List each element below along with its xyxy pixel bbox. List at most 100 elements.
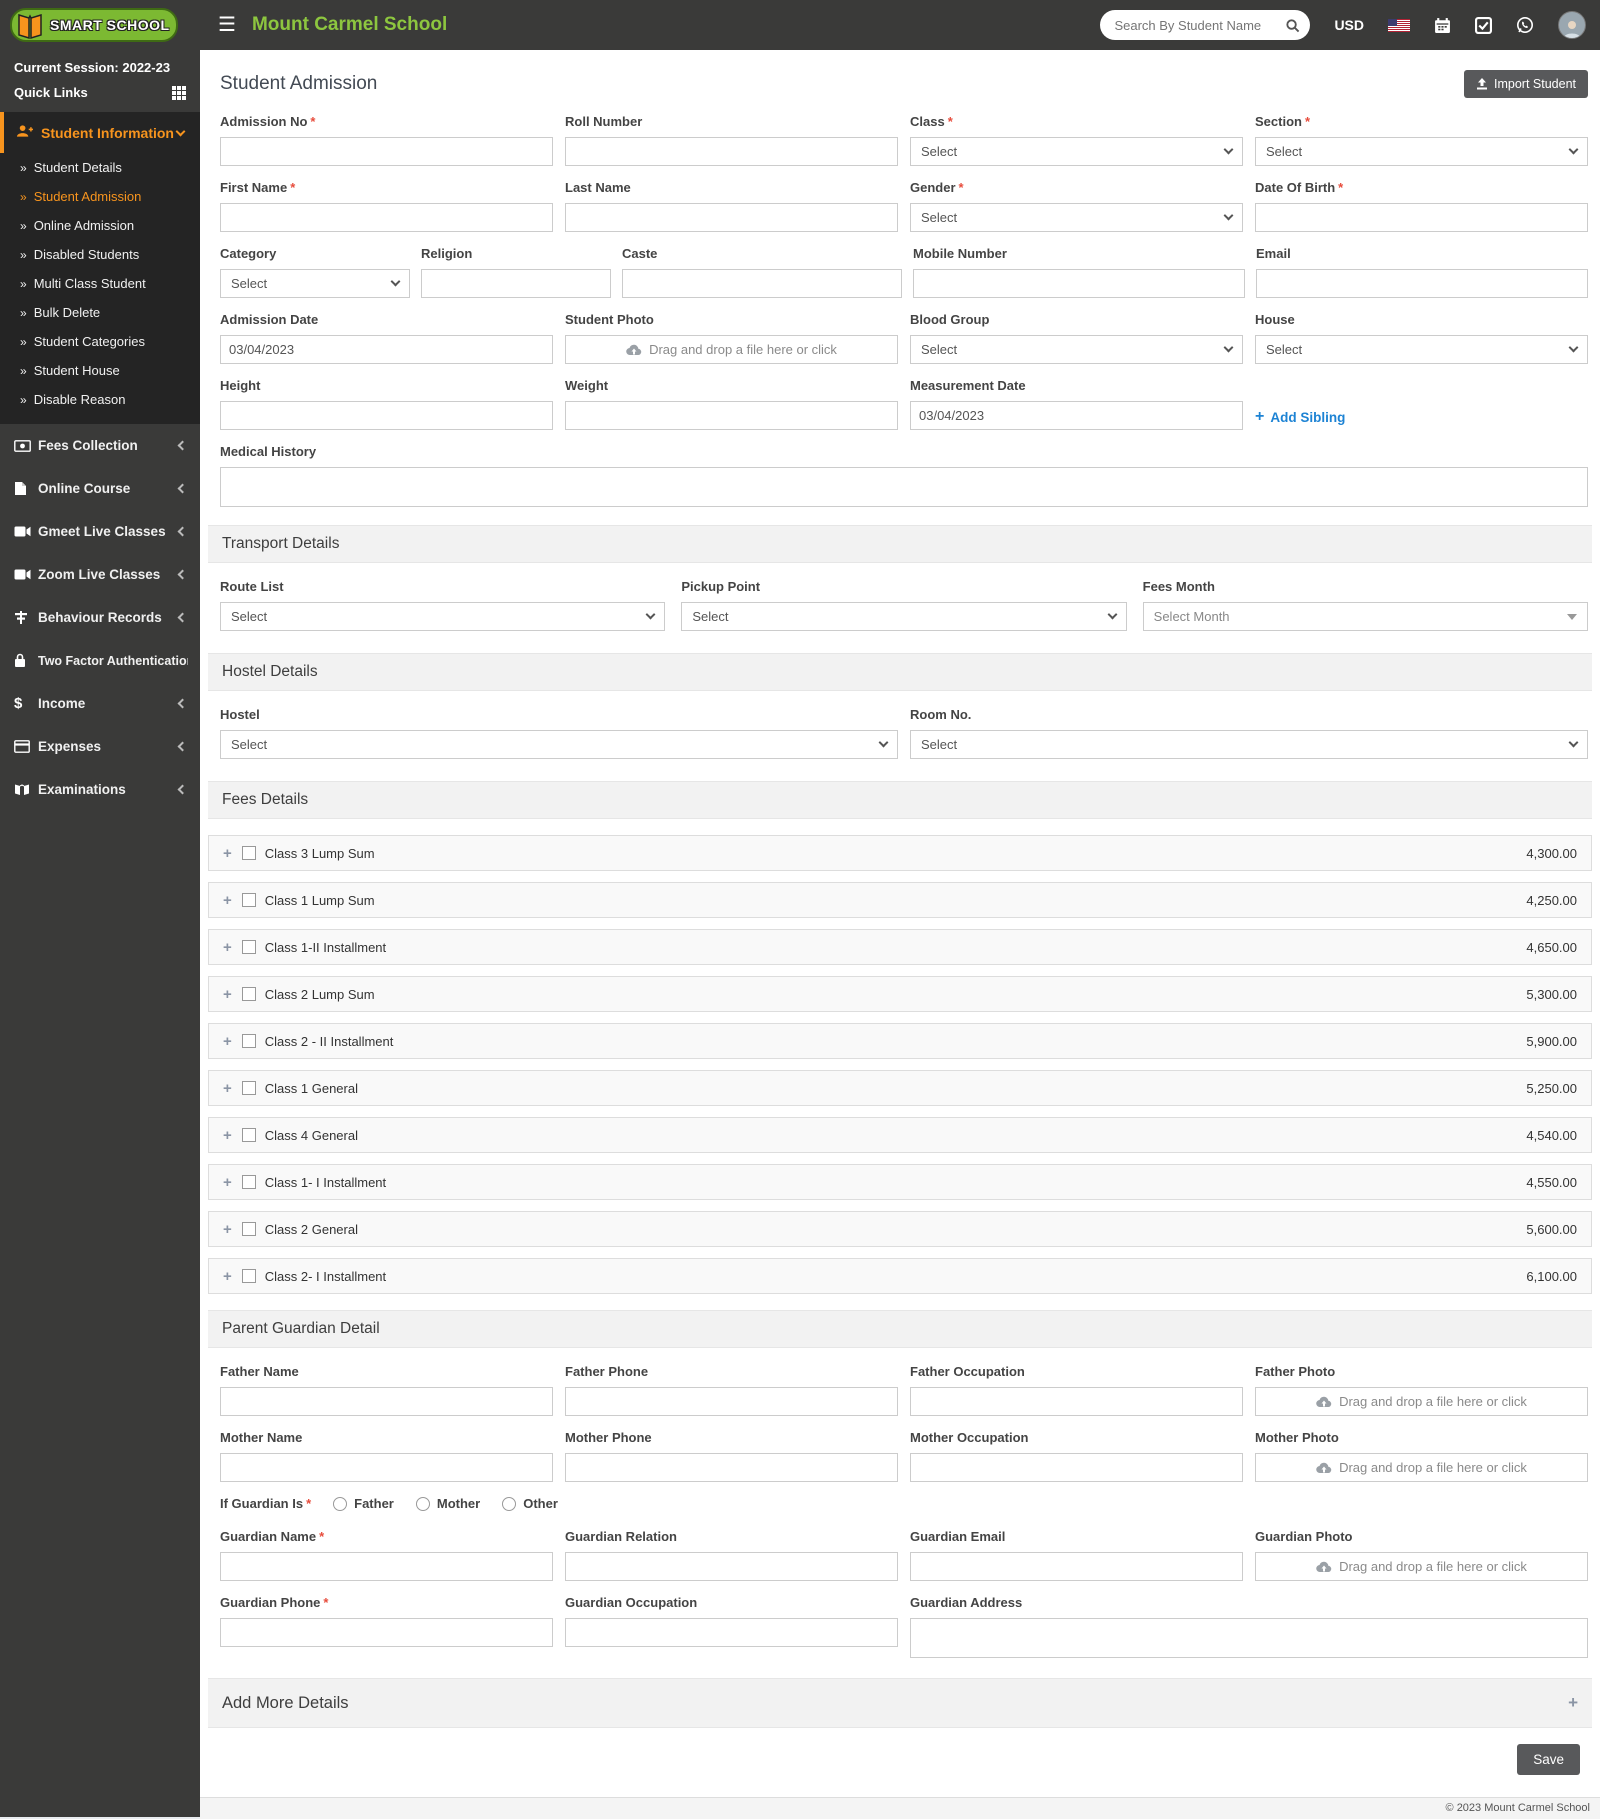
gender-select[interactable]: Select <box>910 203 1243 232</box>
plus-icon[interactable]: + <box>1568 1693 1578 1713</box>
currency-selector[interactable]: USD <box>1334 17 1364 33</box>
fee-checkbox[interactable] <box>241 1269 256 1283</box>
email-label: Email <box>1256 246 1291 261</box>
admission-no-input[interactable] <box>220 137 553 166</box>
sidebar-group-gmeet-live-classes[interactable]: Gmeet Live Classes <box>0 510 200 553</box>
expand-plus-icon[interactable]: + <box>223 892 232 909</box>
weight-input[interactable] <box>565 401 898 430</box>
expand-plus-icon[interactable]: + <box>223 1033 232 1050</box>
guardian-name-input[interactable] <box>220 1552 553 1581</box>
religion-input[interactable] <box>421 269 611 298</box>
sidebar-toggle-icon[interactable]: ☰ <box>218 15 236 35</box>
email-input[interactable] <box>1256 269 1588 298</box>
sidebar-item-disable-reason[interactable]: » Disable Reason <box>0 385 200 414</box>
first-name-input[interactable] <box>220 203 553 232</box>
fee-checkbox[interactable] <box>241 1034 256 1048</box>
whatsapp-icon[interactable] <box>1516 16 1534 34</box>
guardian-photo-dropzone[interactable]: Drag and drop a file here or click <box>1255 1552 1588 1581</box>
language-flag-icon[interactable] <box>1388 18 1410 32</box>
sidebar-group-income[interactable]: $ Income <box>0 682 200 725</box>
sidebar-item-student-house[interactable]: » Student House <box>0 356 200 385</box>
admission-date-input[interactable] <box>220 335 553 364</box>
fee-checkbox[interactable] <box>241 1081 256 1095</box>
fee-checkbox[interactable] <box>241 1128 256 1142</box>
quick-links[interactable]: Quick Links <box>0 77 200 108</box>
guardian-radio-other[interactable]: Other <box>502 1496 558 1511</box>
category-select[interactable]: Select <box>220 269 410 298</box>
caste-input[interactable] <box>622 269 902 298</box>
fee-checkbox[interactable] <box>241 846 256 860</box>
sidebar-group-behaviour-records[interactable]: Behaviour Records <box>0 596 200 639</box>
mother-occupation-input[interactable] <box>910 1453 1243 1482</box>
add-sibling-link[interactable]: + Add Sibling <box>1255 408 1588 426</box>
expand-plus-icon[interactable]: + <box>223 1174 232 1191</box>
route-list-select[interactable]: Select <box>220 602 666 631</box>
expand-plus-icon[interactable]: + <box>223 939 232 956</box>
user-avatar[interactable] <box>1558 11 1586 39</box>
roll-number-input[interactable] <box>565 137 898 166</box>
mother-name-input[interactable] <box>220 1453 553 1482</box>
calendar-icon[interactable] <box>1434 17 1451 34</box>
sidebar-group-two-factor-authentication[interactable]: Two Factor Authentication <box>0 639 200 682</box>
fee-checkbox[interactable] <box>241 1175 256 1189</box>
fee-checkbox[interactable] <box>241 893 256 907</box>
save-button[interactable]: Save <box>1517 1744 1580 1775</box>
sidebar-group-fees-collection[interactable]: Fees Collection <box>0 424 200 467</box>
pickup-point-select[interactable]: Select <box>681 602 1127 631</box>
last-name-input[interactable] <box>565 203 898 232</box>
mobile-number-input[interactable] <box>913 269 1245 298</box>
import-student-button[interactable]: Import Student <box>1464 70 1588 98</box>
expand-plus-icon[interactable]: + <box>223 986 232 1003</box>
sidebar-group-examinations[interactable]: Examinations <box>0 768 200 811</box>
father-photo-dropzone[interactable]: Drag and drop a file here or click <box>1255 1387 1588 1416</box>
sidebar-item-student-categories[interactable]: » Student Categories <box>0 327 200 356</box>
student-photo-dropzone[interactable]: Drag and drop a file here or click <box>565 335 898 364</box>
expand-plus-icon[interactable]: + <box>223 1268 232 1285</box>
father-occupation-input[interactable] <box>910 1387 1243 1416</box>
fees-month-multiselect[interactable]: Select Month <box>1142 602 1588 631</box>
search-icon[interactable] <box>1285 18 1300 33</box>
guardian-occupation-input[interactable] <box>565 1618 898 1647</box>
sidebar-group-expenses[interactable]: Expenses <box>0 725 200 768</box>
sidebar-item-multi-class-student[interactable]: » Multi Class Student <box>0 269 200 298</box>
fee-checkbox[interactable] <box>241 1222 256 1236</box>
house-select[interactable]: Select <box>1255 335 1588 364</box>
expand-plus-icon[interactable]: + <box>223 1080 232 1097</box>
sidebar-item-online-admission[interactable]: » Online Admission <box>0 211 200 240</box>
sidebar-group-student-information[interactable]: Student Information <box>0 112 200 153</box>
sidebar-item-disabled-students[interactable]: » Disabled Students <box>0 240 200 269</box>
sidebar-item-student-admission[interactable]: » Student Admission <box>0 182 200 211</box>
sidebar-item-student-details[interactable]: » Student Details <box>0 153 200 182</box>
hostel-select[interactable]: Select <box>220 730 898 759</box>
section-select[interactable]: Select <box>1255 137 1588 166</box>
sidebar-group-online-course[interactable]: Online Course <box>0 467 200 510</box>
measurement-date-input[interactable] <box>910 401 1243 430</box>
smart-school-logo[interactable]: SMART SCHOOL <box>10 8 178 42</box>
guardian-radio-mother[interactable]: Mother <box>415 1496 480 1511</box>
expand-plus-icon[interactable]: + <box>223 845 232 862</box>
sidebar-item-bulk-delete[interactable]: » Bulk Delete <box>0 298 200 327</box>
expand-plus-icon[interactable]: + <box>223 1127 232 1144</box>
add-more-details-header[interactable]: Add More Details + <box>208 1678 1592 1728</box>
guardian-phone-input[interactable] <box>220 1618 553 1647</box>
search-input[interactable] <box>1114 17 1286 33</box>
expand-plus-icon[interactable]: + <box>223 1221 232 1238</box>
mother-photo-dropzone[interactable]: Drag and drop a file here or click <box>1255 1453 1588 1482</box>
medical-history-input[interactable] <box>220 467 1588 507</box>
father-name-input[interactable] <box>220 1387 553 1416</box>
dob-input[interactable] <box>1255 203 1588 232</box>
guardian-email-input[interactable] <box>910 1552 1243 1581</box>
guardian-relation-input[interactable] <box>565 1552 898 1581</box>
room-no-select[interactable]: Select <box>910 730 1588 759</box>
guardian-radio-father[interactable]: Father <box>333 1496 394 1511</box>
guardian-address-input[interactable] <box>910 1618 1588 1658</box>
class-select[interactable]: Select <box>910 137 1243 166</box>
mother-phone-input[interactable] <box>565 1453 898 1482</box>
sidebar-group-zoom-live-classes[interactable]: Zoom Live Classes <box>0 553 200 596</box>
blood-group-select[interactable]: Select <box>910 335 1243 364</box>
height-input[interactable] <box>220 401 553 430</box>
father-phone-input[interactable] <box>565 1387 898 1416</box>
task-check-icon[interactable] <box>1475 16 1492 34</box>
fee-checkbox[interactable] <box>241 987 256 1001</box>
fee-checkbox[interactable] <box>241 940 256 954</box>
